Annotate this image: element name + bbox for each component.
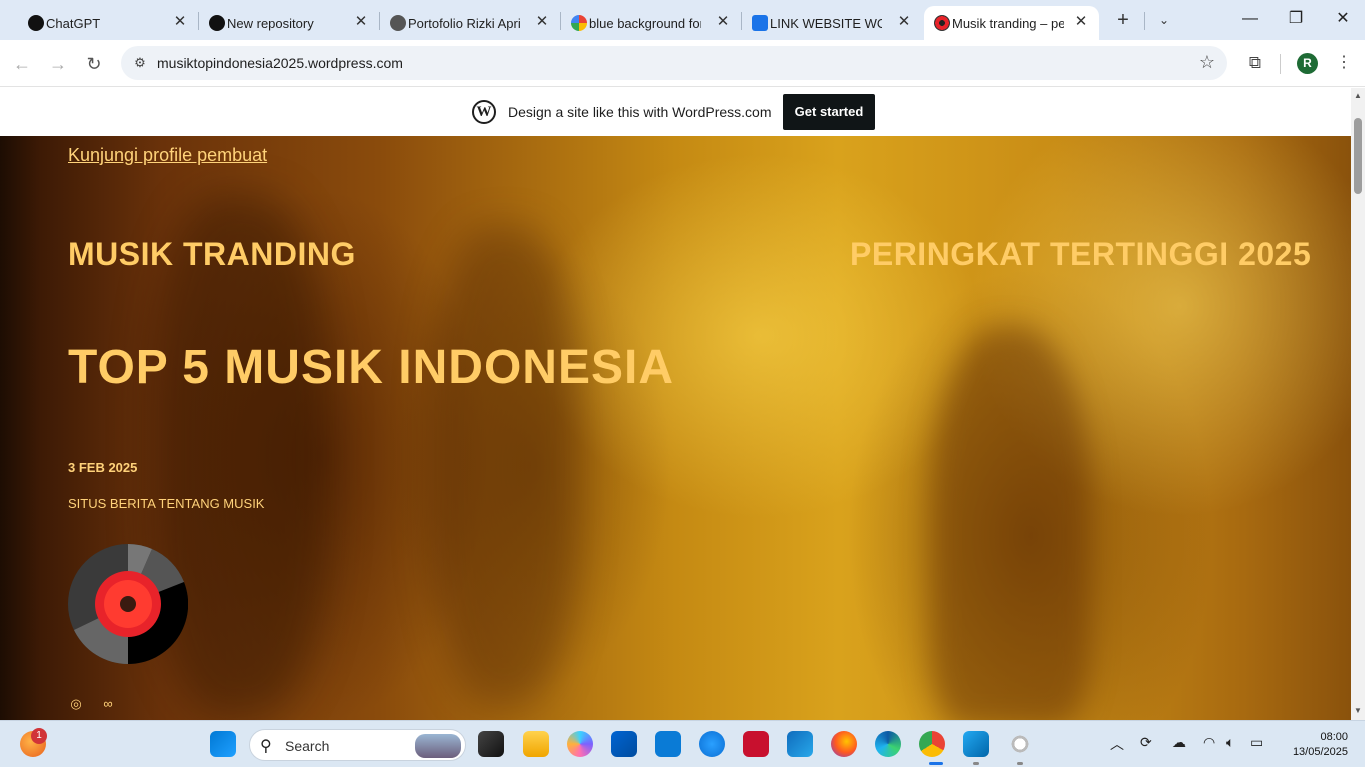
search-icon: ⚲ (260, 738, 272, 755)
bookmark-star-icon[interactable]: ☆ (1199, 52, 1215, 73)
battery-icon[interactable]: ▭ (1250, 734, 1263, 751)
close-tab-icon[interactable]: ✕ (534, 14, 550, 30)
windows-taskbar: 1 ⚲ Search ︿ ⟳ ☁ ◠ 🔈︎ ▭ 08:00 13/05/2025 (0, 720, 1365, 767)
minimize-icon[interactable]: — (1239, 8, 1261, 30)
instagram-icon[interactable]: ◎ (68, 696, 84, 712)
volume-icon[interactable]: 🔈︎ (1226, 734, 1234, 751)
myhp-icon[interactable] (655, 731, 681, 757)
microsoft-store-icon[interactable] (611, 731, 637, 757)
running-indicator (1017, 762, 1023, 765)
outlook-icon[interactable] (787, 731, 813, 757)
address-bar[interactable]: ⚙ musiktopindonesia2025.wordpress.com ☆ (121, 46, 1227, 80)
extensions-puzzle-icon[interactable]: ⧉ (1244, 52, 1266, 74)
mcafee-icon[interactable] (743, 731, 769, 757)
tab-strip: ChatGPT ✕ New repository ✕ Portofolio Ri… (0, 0, 1365, 40)
file-explorer-icon[interactable] (523, 731, 549, 757)
tab-title: Portofolio Rizki Apriz (408, 15, 520, 31)
chatgpt-icon (28, 15, 44, 31)
get-started-button[interactable]: Get started (783, 94, 875, 130)
firefox-icon[interactable] (831, 731, 857, 757)
reload-icon[interactable]: ↻ (82, 52, 106, 76)
tab-chatgpt[interactable]: ChatGPT ✕ (18, 6, 198, 40)
forward-arrow-icon[interactable]: → (46, 52, 70, 76)
close-tab-icon[interactable]: ✕ (896, 14, 912, 30)
close-tab-icon[interactable]: ✕ (172, 14, 188, 30)
tab-separator (1144, 12, 1145, 30)
tab-google-search[interactable]: blue background for ✕ (561, 6, 741, 40)
system-clock[interactable]: 08:00 13/05/2025 (1280, 730, 1348, 760)
wifi-icon[interactable]: ◠ (1203, 734, 1215, 751)
profile-link[interactable]: Kunjungi profile pembuat (68, 145, 267, 166)
tab-link-website[interactable]: LINK WEBSITE WORD ✕ (742, 6, 922, 40)
app-icon[interactable] (1007, 731, 1033, 757)
browser-toolbar: ← → ↻ ⚙ musiktopindonesia2025.wordpress.… (0, 40, 1365, 87)
site-tagline: SITUS BERITA TENTANG MUSIK (68, 496, 265, 511)
wordpress-logo-icon[interactable]: W (472, 100, 496, 124)
wordpress-banner: W Design a site like this with WordPress… (0, 88, 1351, 136)
link-icon[interactable]: ∞ (100, 696, 116, 712)
onedrive-cloud-icon[interactable]: ☁ (1172, 734, 1186, 751)
help-icon[interactable] (699, 731, 725, 757)
restore-icon[interactable]: ❐ (1285, 8, 1307, 30)
vinyl-disc-logo (68, 544, 188, 664)
search-label: Search (285, 738, 330, 754)
disc-favicon-icon (934, 15, 950, 31)
tab-musik-tranding[interactable]: Musik tranding – pe ✕ (924, 6, 1099, 40)
close-window-icon[interactable]: ✕ (1332, 8, 1354, 30)
show-hidden-icons-chevron-icon[interactable]: ︿ (1110, 734, 1124, 754)
hero-shadow (430, 226, 580, 706)
edge-icon[interactable] (875, 731, 901, 757)
tab-search-chevron-icon[interactable]: ⌄ (1154, 10, 1174, 30)
tab-title: New repository (227, 15, 314, 31)
search-highlight-image (415, 734, 461, 758)
chrome-icon[interactable] (919, 731, 945, 757)
close-tab-icon[interactable]: ✕ (353, 14, 369, 30)
running-indicator (973, 762, 979, 765)
taskbar-search[interactable]: ⚲ Search (249, 729, 466, 761)
clock-time: 08:00 (1320, 731, 1348, 743)
classroom-icon (752, 15, 768, 31)
new-tab-button[interactable]: + (1112, 9, 1134, 31)
github-icon (209, 15, 225, 31)
scroll-thumb[interactable] (1354, 118, 1362, 194)
google-icon (571, 15, 587, 31)
globe-icon (390, 15, 406, 31)
url-text[interactable]: musiktopindonesia2025.wordpress.com (157, 55, 403, 71)
chrome-running-indicator (929, 762, 943, 765)
profile-avatar[interactable]: R (1297, 53, 1318, 74)
close-tab-icon[interactable]: ✕ (715, 14, 731, 30)
tab-new-repository[interactable]: New repository ✕ (199, 6, 379, 40)
ranking-heading: PERINGKAT TERTINGGI 2025 (850, 236, 1312, 272)
vscode-icon[interactable] (963, 731, 989, 757)
page-title: TOP 5 MUSIK INDONESIA (68, 341, 674, 394)
windows-start-icon[interactable] (210, 731, 236, 757)
hero-section: Kunjungi profile pembuat MUSIK TRANDING … (0, 136, 1351, 720)
toolbar-separator (1280, 54, 1281, 74)
sync-icon[interactable]: ⟳ (1140, 734, 1152, 751)
hero-shadow (930, 326, 1090, 720)
back-arrow-icon[interactable]: ← (10, 52, 34, 76)
wordpress-banner-text[interactable]: Design a site like this with WordPress.c… (508, 104, 772, 120)
scroll-down-arrow-icon[interactable]: ▼ (1353, 706, 1363, 716)
task-view-icon[interactable] (478, 731, 504, 757)
more-menu-icon[interactable]: ⋮ (1334, 52, 1354, 74)
scroll-up-arrow-icon[interactable]: ▲ (1353, 91, 1363, 101)
page-scrollbar[interactable]: ▲ ▼ (1351, 88, 1365, 720)
tab-title: ChatGPT (46, 15, 101, 31)
site-settings-icon[interactable]: ⚙ (131, 54, 149, 72)
copilot-icon[interactable] (567, 731, 593, 757)
tab-title: Musik tranding – pe (952, 15, 1064, 31)
close-tab-icon[interactable]: ✕ (1073, 14, 1089, 30)
post-date: 3 FEB 2025 (68, 460, 138, 475)
tab-title: blue background for (589, 15, 701, 31)
clock-date: 13/05/2025 (1292, 746, 1348, 758)
tab-title: LINK WEBSITE WORD (770, 15, 882, 31)
notification-badge: 1 (31, 728, 47, 744)
site-title[interactable]: MUSIK TRANDING (68, 236, 356, 273)
tab-portofolio[interactable]: Portofolio Rizki Apriz ✕ (380, 6, 560, 40)
